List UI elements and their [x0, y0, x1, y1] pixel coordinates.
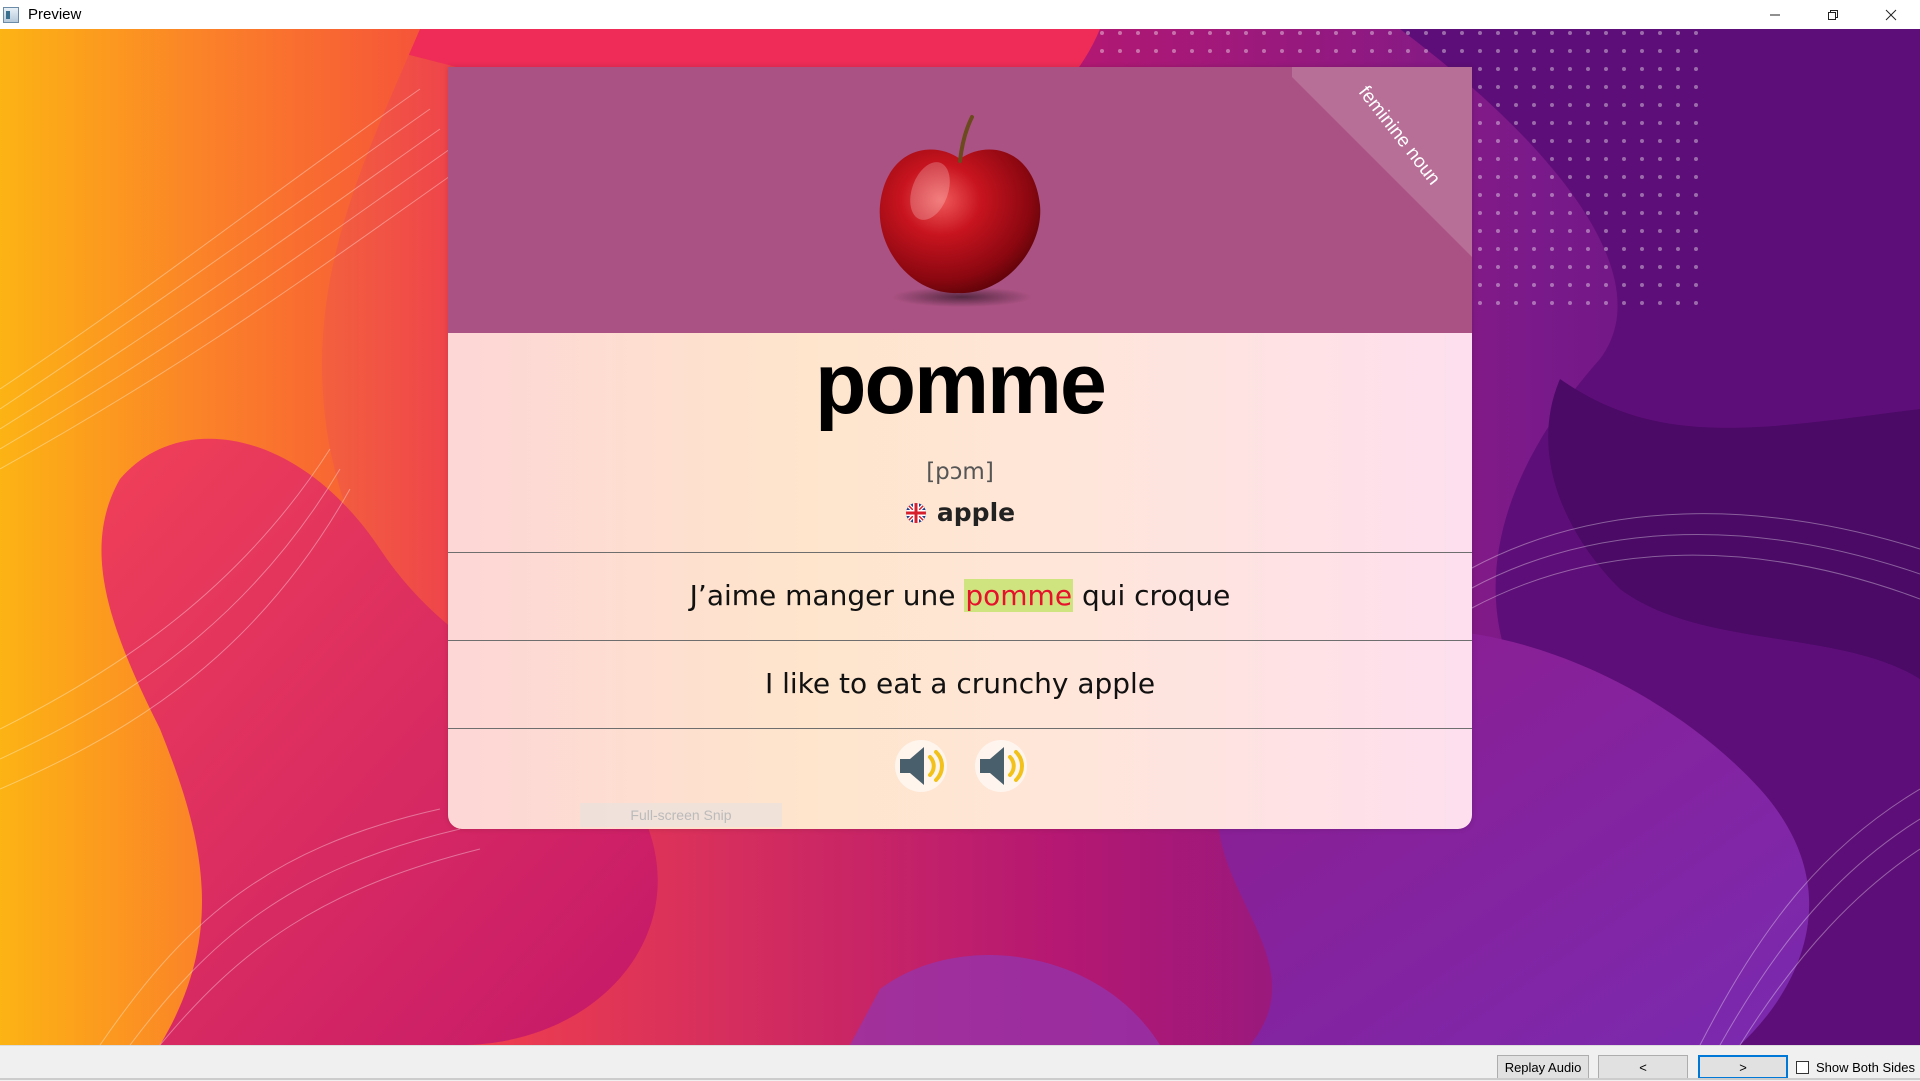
- title-bar: Preview: [0, 0, 1920, 29]
- preview-area: feminine noun pomme [pɔm] apple J’aime m…: [0, 29, 1920, 1045]
- restore-button[interactable]: [1804, 0, 1862, 29]
- minimize-icon: [1770, 14, 1780, 15]
- translation-row: apple: [448, 498, 1472, 527]
- previous-button[interactable]: <: [1598, 1055, 1688, 1079]
- restore-icon: [1828, 9, 1838, 20]
- example-sentence-french: J’aime manger une pomme qui croque: [448, 579, 1472, 612]
- app-preview-icon: [3, 6, 19, 23]
- gender-ribbon: [1292, 67, 1472, 257]
- divider: [448, 728, 1472, 729]
- word-title: pomme: [815, 336, 1107, 432]
- speaker-icon-sentence[interactable]: [974, 739, 1028, 793]
- window-title: Preview: [28, 6, 82, 23]
- snip-overlay-label: Full-screen Snip: [580, 803, 782, 827]
- close-button[interactable]: [1862, 0, 1920, 29]
- card-image-panel: feminine noun: [448, 67, 1472, 333]
- sentence-fr-after: qui croque: [1073, 579, 1231, 612]
- minimize-button[interactable]: [1746, 0, 1804, 29]
- preview-window: Preview feminine noun pomme [pɔm] apple …: [0, 0, 1920, 1081]
- speaker-icon-word[interactable]: [894, 739, 948, 793]
- example-sentence-english: I like to eat a crunchy apple: [764, 667, 1156, 700]
- bottom-toolbar: Replay Audio < > Show Both Sides: [0, 1045, 1920, 1081]
- audio-buttons: [894, 739, 1028, 793]
- show-both-sides-label: Show Both Sides: [1816, 1060, 1916, 1075]
- ipa-pronunciation: [pɔm]: [926, 459, 994, 485]
- next-button[interactable]: >: [1698, 1055, 1788, 1079]
- close-icon: [1885, 9, 1897, 20]
- flashcard: feminine noun pomme [pɔm] apple J’aime m…: [448, 67, 1472, 829]
- uk-flag-icon: [905, 502, 926, 523]
- sentence-fr-before: J’aime manger une: [689, 579, 965, 612]
- divider: [448, 552, 1472, 553]
- window-controls: [1746, 0, 1920, 29]
- show-both-sides-checkbox[interactable]: [1796, 1061, 1809, 1074]
- divider: [448, 640, 1472, 641]
- show-both-sides-toggle[interactable]: Show Both Sides: [1796, 1060, 1915, 1075]
- replay-audio-button[interactable]: Replay Audio: [1497, 1055, 1589, 1079]
- translation-text: apple: [936, 498, 1016, 527]
- apple-image: [879, 115, 1041, 307]
- highlighted-word: pomme: [964, 579, 1074, 612]
